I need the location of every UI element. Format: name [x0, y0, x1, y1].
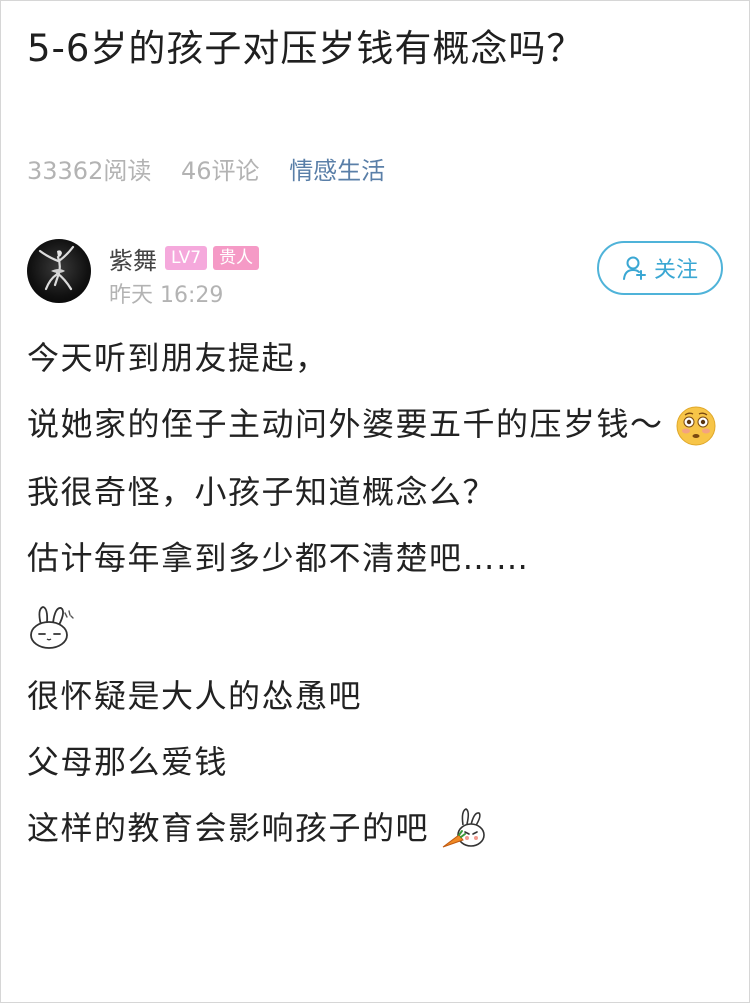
follow-label: 关注 [653, 258, 698, 283]
avatar[interactable] [27, 239, 91, 303]
body-line: 我很奇怪，小孩子知道概念么？ [27, 473, 497, 511]
add-user-icon [622, 256, 646, 280]
author-row: 紫舞 LV7 贵人 [109, 241, 265, 275]
level-badge: LV7 [165, 246, 208, 270]
body-line-with-emoji: 说她家的侄子主动问外婆要五千的压岁钱～ [27, 403, 727, 447]
ballet-dancer-icon [38, 245, 75, 291]
role-badge: 贵人 [213, 246, 260, 270]
post-page: 5-6岁的孩子对压岁钱有概念吗？ 33362阅读 46评论 情感生活 紫舞 LV… [0, 0, 750, 1003]
follow-button[interactable]: 关注 [597, 241, 723, 295]
bunny-sweat-sticker [30, 606, 74, 649]
body-line: 今天听到朋友提起， [27, 339, 329, 377]
post-meta: 33362阅读 46评论 情感生活 [27, 153, 407, 189]
body-line-with-sticker: 这样的教育会影响孩子的吧 [27, 807, 727, 853]
bunny-carrot-sticker [442, 808, 485, 848]
body-line: 说她家的侄子主动问外婆要五千的压岁钱～ [27, 405, 664, 443]
body-line: 估计每年拿到多少都不清楚吧…… [27, 539, 530, 577]
flushed-face-emoji [676, 406, 716, 446]
body-line: 父母那么爱钱 [27, 743, 229, 781]
sticker-line [27, 603, 727, 651]
author-name[interactable]: 紫舞 [109, 241, 157, 276]
category-link[interactable]: 情感生活 [289, 157, 385, 185]
read-count: 33362阅读 [27, 157, 152, 185]
comment-count[interactable]: 46评论 [181, 157, 260, 185]
post-title: 5-6岁的孩子对压岁钱有概念吗？ [27, 27, 585, 70]
body-line: 很怀疑是大人的怂恿吧 [27, 677, 363, 715]
post-time: 昨天 16:29 [109, 283, 224, 308]
body-line: 这样的教育会影响孩子的吧 [27, 809, 430, 847]
post-body: 今天听到朋友提起， 说她家的侄子主动问外婆要五千的压岁钱～ 我很奇怪，小孩子知道… [27, 337, 727, 877]
